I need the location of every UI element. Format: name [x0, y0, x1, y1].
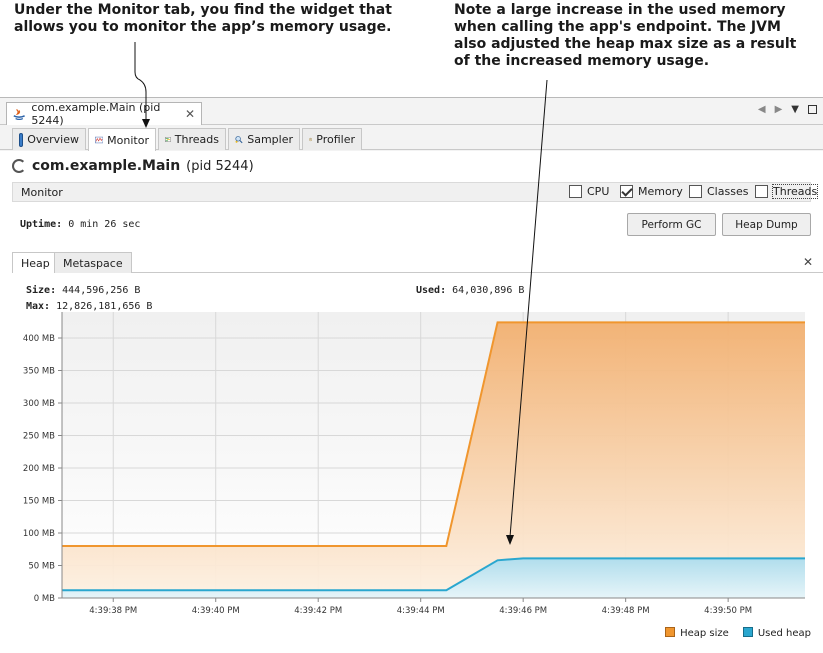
x-tick-label: 4:39:46 PM	[499, 606, 547, 616]
checkbox-label: Classes	[707, 185, 749, 198]
tab-metaspace[interactable]: Metaspace	[54, 252, 132, 273]
tab-label: Monitor	[107, 133, 149, 147]
legend-swatch	[665, 627, 676, 637]
tab-sampler[interactable]: Sampler	[228, 128, 300, 150]
legend-item-heap-size: Heap size	[665, 627, 729, 639]
checkbox-label: CPU	[587, 185, 610, 198]
tab-label: Sampler	[247, 133, 293, 146]
close-icon[interactable]: ✕	[803, 255, 813, 269]
tab-threads[interactable]: Threads	[158, 128, 226, 150]
x-tick-label: 4:39:50 PM	[704, 606, 752, 616]
y-tick-label: 100 MB	[23, 529, 55, 539]
size-label: Size:	[26, 285, 57, 296]
document-tab-label: com.example.Main (pid 5244)	[31, 101, 161, 127]
annotation-line: of the increased memory usage.	[454, 53, 710, 69]
legend-label: Heap size	[680, 628, 729, 639]
tab-profiler[interactable]: Profiler	[302, 128, 362, 150]
annotation-line: also adjusted the heap max size as a res…	[454, 36, 797, 52]
monitor-options-bar: Monitor CPU Memory Classes Threads	[12, 182, 819, 202]
y-tick-label: 200 MB	[23, 464, 55, 474]
dropdown-icon[interactable]: ▼	[791, 104, 799, 115]
scroll-right-icon[interactable]: ▶	[775, 104, 783, 115]
y-tick-label: 150 MB	[23, 497, 55, 507]
y-tick-label: 400 MB	[23, 334, 55, 344]
scroll-left-icon[interactable]: ◀	[758, 104, 766, 115]
uptime: Uptime: 0 min 26 sec	[20, 219, 140, 230]
close-icon[interactable]: ✕	[185, 107, 195, 121]
threads-icon	[165, 137, 171, 142]
overview-icon	[19, 132, 24, 147]
perform-gc-button[interactable]: Perform GC	[627, 213, 716, 236]
heap-max-stat: Max: 12,826,181,656 B	[26, 301, 152, 312]
legend-swatch	[742, 627, 753, 637]
y-tick-label: 50 MB	[28, 562, 55, 572]
tab-overview[interactable]: Overview	[12, 128, 86, 150]
y-tick-label: 250 MB	[23, 432, 55, 442]
document-tab[interactable]: com.example.Main (pid 5244) ✕	[6, 101, 202, 127]
legend-item-used-heap: Used heap	[742, 627, 811, 639]
refresh-icon	[12, 159, 26, 173]
tab-heap[interactable]: Heap	[12, 252, 59, 273]
max-label: Max:	[26, 301, 51, 312]
size-value: 444,596,256 B	[62, 285, 141, 296]
process-title: com.example.Main (pid 5244)	[12, 158, 254, 174]
y-tick-label: 300 MB	[23, 399, 55, 409]
annotation-memory-increase: Note a large increase in the used memory…	[454, 2, 796, 70]
x-tick-label: 4:39:42 PM	[294, 606, 342, 616]
cpu-checkbox[interactable]: CPU	[569, 185, 609, 198]
annotation-monitor-tab: Under the Monitor tab, you find the widg…	[14, 2, 392, 36]
visualvm-window: com.example.Main (pid 5244) ✕ ◀ ▶ ▼ Over…	[0, 97, 823, 653]
view-tab-strip: Overview Monitor Threads Sampler Profile…	[0, 126, 823, 151]
y-tick-label: 0 MB	[34, 594, 55, 604]
memory-checkbox[interactable]: Memory	[620, 185, 683, 198]
java-icon	[13, 108, 25, 121]
classes-checkbox[interactable]: Classes	[689, 185, 748, 198]
monitor-label: Monitor	[21, 186, 63, 199]
checkbox-label: Memory	[638, 185, 683, 198]
heap-tab-strip: Heap Metaspace ✕	[12, 252, 823, 273]
heap-chart: 4:39:38 PM 4:39:40 PM 4:39:42 PM 4:39:44 PM…	[0, 312, 823, 653]
checkbox-box[interactable]	[620, 185, 633, 198]
tab-label: Threads	[174, 133, 219, 146]
x-tick-label: 4:39:38 PM	[89, 606, 137, 616]
monitor-icon	[95, 136, 104, 144]
profiler-icon	[309, 137, 313, 142]
x-tick-label: 4:39:48 PM	[602, 606, 650, 616]
checkbox-box[interactable]	[689, 185, 702, 198]
tab-label: Profiler	[316, 133, 355, 146]
legend-label: Used heap	[757, 628, 811, 639]
monitor-panel: com.example.Main (pid 5244) Monitor CPU …	[0, 151, 823, 653]
x-tick-label: 4:39:40 PM	[192, 606, 240, 616]
uptime-label: Uptime:	[20, 219, 63, 230]
used-label: Used:	[416, 285, 447, 296]
used-value: 64,030,896 B	[452, 285, 525, 296]
tab-label: Overview	[27, 133, 79, 146]
window-controls: ◀ ▶ ▼	[758, 104, 817, 115]
sampler-icon	[235, 136, 243, 144]
checkbox-box[interactable]	[569, 185, 582, 198]
heap-chart-svg: 4:39:38 PM 4:39:40 PM 4:39:42 PM 4:39:44 PM…	[23, 312, 805, 616]
maximize-icon[interactable]	[808, 105, 817, 114]
annotation-line: Note a large increase in the used memory	[454, 2, 786, 18]
chart-legend: Heap size Used heap	[665, 627, 811, 639]
max-value: 12,826,181,656 B	[56, 301, 153, 312]
annotation-line: allows you to monitor the app’s memory u…	[14, 19, 392, 35]
x-tick-label: 4:39:44 PM	[397, 606, 445, 616]
process-name: com.example.Main	[32, 158, 181, 174]
heap-used-stat: Used: 64,030,896 B	[416, 285, 524, 296]
uptime-value: 0 min 26 sec	[68, 219, 141, 230]
process-pid: (pid 5244)	[186, 158, 254, 174]
tab-monitor[interactable]: Monitor	[88, 128, 156, 151]
heap-dump-button[interactable]: Heap Dump	[722, 213, 811, 236]
annotation-line: when calling the app's endpoint. The JVM	[454, 19, 781, 35]
checkbox-box[interactable]	[755, 185, 768, 198]
y-tick-label: 350 MB	[23, 367, 55, 377]
heap-size-stat: Size: 444,596,256 B	[26, 285, 140, 296]
document-tab-strip: com.example.Main (pid 5244) ✕ ◀ ▶ ▼	[0, 98, 823, 127]
threads-checkbox[interactable]: Threads	[755, 184, 819, 199]
annotation-line: Under the Monitor tab, you find the widg…	[14, 2, 392, 18]
checkbox-label: Threads	[771, 184, 819, 199]
